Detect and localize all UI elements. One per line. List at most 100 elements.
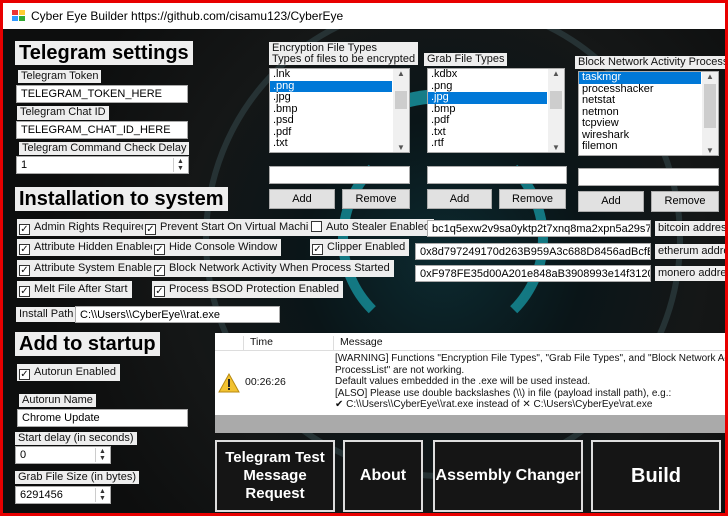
assembly-changer-button[interactable]: Assembly Changer xyxy=(433,440,583,512)
list-item[interactable]: .jpg xyxy=(270,91,392,104)
ethereum-address-input[interactable]: 0x8d797249170d263B959A3c688D8456adBcfBC3… xyxy=(415,243,651,260)
checkbox-label: Admin Rights Required xyxy=(34,221,148,233)
list-item[interactable]: .lnk xyxy=(270,69,392,81)
encryption-remove-button[interactable]: Remove xyxy=(342,189,410,209)
scroll-thumb[interactable] xyxy=(704,84,716,128)
encryption-file-types-list[interactable]: .lnk .png .jpg .bmp .psd .pdf .txt ▲ ▼ xyxy=(269,68,410,153)
checkbox-label: Prevent Start On Virtual Machine xyxy=(160,221,321,233)
telegram-test-button[interactable]: Telegram Test Message Request xyxy=(215,440,335,512)
block-remove-button[interactable]: Remove xyxy=(651,191,719,212)
grab-remove-button[interactable]: Remove xyxy=(499,189,566,209)
checkbox-auto-stealer-enabled[interactable]: Auto Stealer Enabled xyxy=(309,219,434,236)
list-item[interactable]: .txt xyxy=(428,126,547,139)
checkbox-checked-icon: ✓ xyxy=(154,244,165,255)
list-item[interactable]: .txt xyxy=(270,137,392,150)
log-time: 00:26:26 xyxy=(245,376,286,388)
spin-arrows-icon[interactable]: ▲ ▼ xyxy=(173,158,187,172)
install-path-label: Install Path xyxy=(16,307,77,322)
checkbox-label: Melt File After Start xyxy=(34,283,128,295)
install-path-input[interactable]: C:\\Users\\CyberEye\\rat.exe xyxy=(75,306,280,323)
log-row[interactable]: 00:26:26 [WARNING] Functions "Encryption… xyxy=(215,352,725,414)
list-item[interactable]: filemon xyxy=(579,140,701,153)
list-item[interactable]: .rtf xyxy=(428,137,547,150)
checkbox-unchecked-icon xyxy=(311,221,322,232)
scroll-down-icon[interactable]: ▼ xyxy=(548,143,564,152)
checkbox-attribute-system-enabled[interactable]: ✓ Attribute System Enabled xyxy=(17,260,163,277)
block-process-list[interactable]: taskmgr processhacker netstat netmon tcpview… xyxy=(578,71,719,156)
checkbox-label: Block Network Activity When Process Star… xyxy=(169,262,390,274)
log-list-view[interactable]: Time Message 00:26:26 [WARNING] Function… xyxy=(215,333,725,433)
list-item[interactable]: tcpview xyxy=(579,117,701,130)
log-col-time[interactable]: Time xyxy=(243,336,333,351)
checkbox-label: Auto Stealer Enabled xyxy=(326,221,430,233)
autorun-name-label: Autorun Name xyxy=(19,394,96,407)
scroll-down-icon[interactable]: ▼ xyxy=(702,146,718,155)
checkbox-checked-icon: ✓ xyxy=(19,244,30,255)
encryption-type-input[interactable] xyxy=(269,166,410,184)
spin-arrows-icon[interactable]: ▲ ▼ xyxy=(95,448,109,462)
encryption-subtitle: Types of files to be encrypted xyxy=(272,53,416,65)
grab-file-size-stepper[interactable]: 6291456 ▲ ▼ xyxy=(15,486,111,504)
block-add-button[interactable]: Add xyxy=(578,191,644,212)
block-process-input[interactable] xyxy=(578,168,719,186)
checkbox-attribute-hidden-enabled[interactable]: ✓ Attribute Hidden Enabled xyxy=(17,239,161,256)
build-button[interactable]: Build xyxy=(591,440,721,512)
log-col-message[interactable]: Message xyxy=(333,336,383,351)
app-icon xyxy=(12,10,25,21)
scrollbar[interactable]: ▲ ▼ xyxy=(702,72,718,155)
log-message-line: [WARNING] Functions "Encryption File Typ… xyxy=(335,353,725,364)
scroll-up-icon[interactable]: ▲ xyxy=(393,69,409,78)
list-item[interactable]: netstat xyxy=(579,94,701,107)
scroll-thumb[interactable] xyxy=(550,91,562,109)
grab-type-input[interactable] xyxy=(427,166,567,184)
checkbox-block-network-activity-when-process-started[interactable]: ✓ Block Network Activity When Process Sta… xyxy=(152,260,394,277)
grab-file-size-value: 6291456 xyxy=(20,489,63,501)
log-empty-area xyxy=(215,415,725,433)
monero-address-input[interactable]: 0xF978FE35d00A201e848aB3908993e14f312001… xyxy=(415,265,651,282)
scroll-up-icon[interactable]: ▲ xyxy=(548,69,564,78)
autorun-name-input[interactable]: Chrome Update xyxy=(17,409,188,427)
grab-add-button[interactable]: Add xyxy=(427,189,492,209)
checkbox-label: Attribute Hidden Enabled xyxy=(34,241,157,253)
start-delay-value: 0 xyxy=(20,449,27,461)
telegram-chat-id-label: Telegram Chat ID xyxy=(17,106,109,120)
telegram-token-input[interactable]: TELEGRAM_TOKEN_HERE xyxy=(16,85,188,103)
list-item[interactable]: .kdbx xyxy=(428,69,547,81)
scroll-up-icon[interactable]: ▲ xyxy=(702,72,718,81)
scroll-thumb[interactable] xyxy=(395,91,407,109)
checkbox-label: Clipper Enabled xyxy=(327,241,406,253)
checkbox-clipper-enabled[interactable]: ✓ Clipper Enabled xyxy=(310,239,410,256)
telegram-delay-stepper[interactable]: 1 ▲ ▼ xyxy=(16,156,189,174)
scrollbar[interactable]: ▲ ▼ xyxy=(548,69,564,152)
scroll-down-icon[interactable]: ▼ xyxy=(393,143,409,152)
list-item[interactable]: .psd xyxy=(270,114,392,127)
scrollbar[interactable]: ▲ ▼ xyxy=(393,69,409,152)
log-message-line: ProcessList" are not working. xyxy=(335,364,465,376)
list-item[interactable]: .pdf xyxy=(270,126,392,139)
checkbox-checked-icon: ✓ xyxy=(19,369,30,380)
spin-arrows-icon[interactable]: ▲ ▼ xyxy=(95,488,109,502)
checkbox-checked-icon: ✓ xyxy=(19,286,30,297)
checkbox-prevent-start-on-virtual-machine[interactable]: ✓ Prevent Start On Virtual Machine xyxy=(143,219,325,236)
checkbox-process-bsod-protection-enabled[interactable]: ✓ Process BSOD Protection Enabled xyxy=(152,281,343,298)
list-item[interactable]: taskmgr xyxy=(579,72,701,84)
checkbox-label: Attribute System Enabled xyxy=(34,262,159,274)
log-header: Time Message xyxy=(215,333,725,351)
encryption-add-button[interactable]: Add xyxy=(269,189,335,209)
log-message-line: [ALSO] Please use double backslashes (\\… xyxy=(335,387,672,399)
start-delay-stepper[interactable]: 0 ▲ ▼ xyxy=(15,446,111,464)
about-button[interactable]: About xyxy=(343,440,423,512)
bitcoin-address-input[interactable]: bc1q5exw2v9sa0yktp2t7xnq8ma2xpn5a29s7w28… xyxy=(427,220,651,237)
checkbox-melt-file-after-start[interactable]: ✓ Melt File After Start xyxy=(17,281,132,298)
checkbox-admin-rights-required[interactable]: ✓ Admin Rights Required xyxy=(17,219,152,236)
checkbox-label: Hide Console Window xyxy=(169,241,278,253)
grab-file-types-list[interactable]: .kdbx .png .jpg .bmp .pdf .txt .rtf ▲ ▼ xyxy=(427,68,565,153)
autorun-enabled-checkbox[interactable]: ✓ Autorun Enabled xyxy=(17,364,120,381)
telegram-token-label: Telegram Token xyxy=(18,70,102,83)
telegram-settings-heading: Telegram settings xyxy=(15,41,193,65)
telegram-chat-id-input[interactable]: TELEGRAM_CHAT_ID_HERE xyxy=(16,121,188,139)
list-item[interactable]: .pdf xyxy=(428,114,547,127)
checkbox-hide-console-window[interactable]: ✓ Hide Console Window xyxy=(152,239,282,256)
list-item[interactable]: .jpg xyxy=(428,91,547,104)
checkbox-checked-icon: ✓ xyxy=(145,224,156,235)
